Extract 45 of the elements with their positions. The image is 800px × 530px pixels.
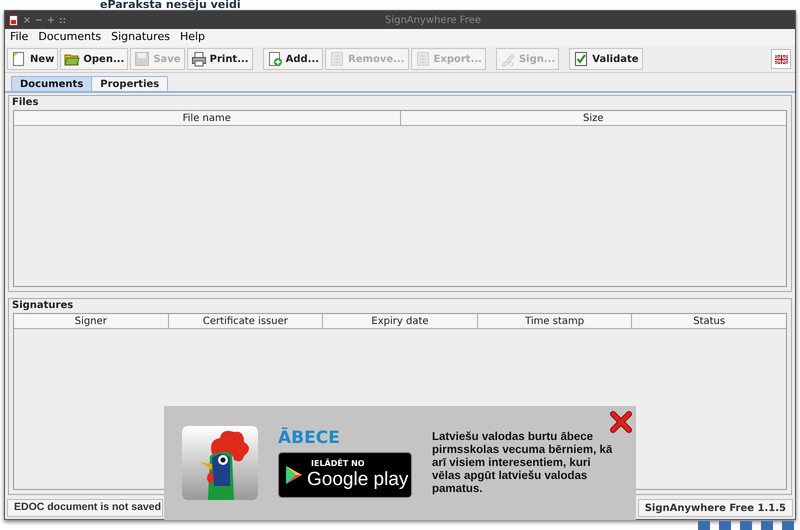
flag-icon	[774, 54, 788, 64]
menu-item[interactable]: Help	[180, 29, 206, 46]
document-icon	[414, 51, 431, 67]
column-header[interactable]: Status	[631, 314, 786, 328]
close-icon[interactable]	[24, 17, 30, 23]
grip-icon	[60, 18, 65, 22]
column-header[interactable]: File name	[14, 111, 400, 125]
play-icon	[285, 465, 303, 485]
column-header[interactable]: Signer	[14, 314, 168, 328]
toolbar-button[interactable]: Add...	[262, 48, 324, 70]
check-document-icon	[573, 51, 590, 67]
printer-icon	[190, 51, 207, 67]
window-title: SignAnywhere Free	[385, 14, 482, 28]
toolbar-button[interactable]: New	[7, 48, 58, 70]
page-icon	[11, 51, 27, 67]
add-document-icon	[266, 51, 283, 67]
store-caption: IELĀDĒT NO	[311, 459, 366, 469]
floppy-icon	[134, 51, 150, 67]
document-icon	[9, 14, 18, 26]
menu-item[interactable]: File	[10, 29, 28, 46]
close-icon[interactable]	[610, 411, 632, 433]
language-button[interactable]	[771, 49, 791, 69]
toolbar-button[interactable]: Validate	[569, 48, 643, 70]
minimize-icon[interactable]	[36, 19, 42, 21]
panel-title: Signatures	[11, 299, 74, 313]
column-header[interactable]: Certificate issuer	[168, 314, 322, 328]
tab[interactable]: Documents	[11, 76, 92, 91]
document-icon	[329, 51, 346, 67]
google-play-button[interactable]: IELĀDĒT NO Google play	[278, 452, 412, 498]
status-text: EDOC document is not saved	[7, 499, 163, 517]
ad-description: Latviešu valodas burtu ābece pirmsskolas vecuma bērniem, kā arī visiem interesentiem, kuri vēlas apgūt latviešu valodas pamatus.	[432, 430, 614, 496]
menu-item[interactable]: Documents	[38, 29, 102, 46]
app-title: ĀBECE	[278, 428, 340, 448]
store-name: Google play	[307, 469, 408, 491]
column-header[interactable]: Expiry date	[322, 314, 477, 328]
menu-item[interactable]: Signatures	[111, 29, 170, 46]
panel-title: Files	[11, 96, 40, 110]
column-header[interactable]: Size	[400, 111, 786, 125]
maximize-icon[interactable]	[48, 17, 54, 23]
tab[interactable]: Properties	[91, 76, 168, 91]
rooster-app-icon[interactable]	[182, 426, 258, 500]
version-text: SignAnywhere Free 1.1.5	[638, 499, 793, 517]
column-header[interactable]: Time stamp	[476, 314, 632, 328]
toolbar-button[interactable]: Print...	[186, 48, 253, 70]
toolbar-button[interactable]: Open...	[60, 48, 128, 70]
